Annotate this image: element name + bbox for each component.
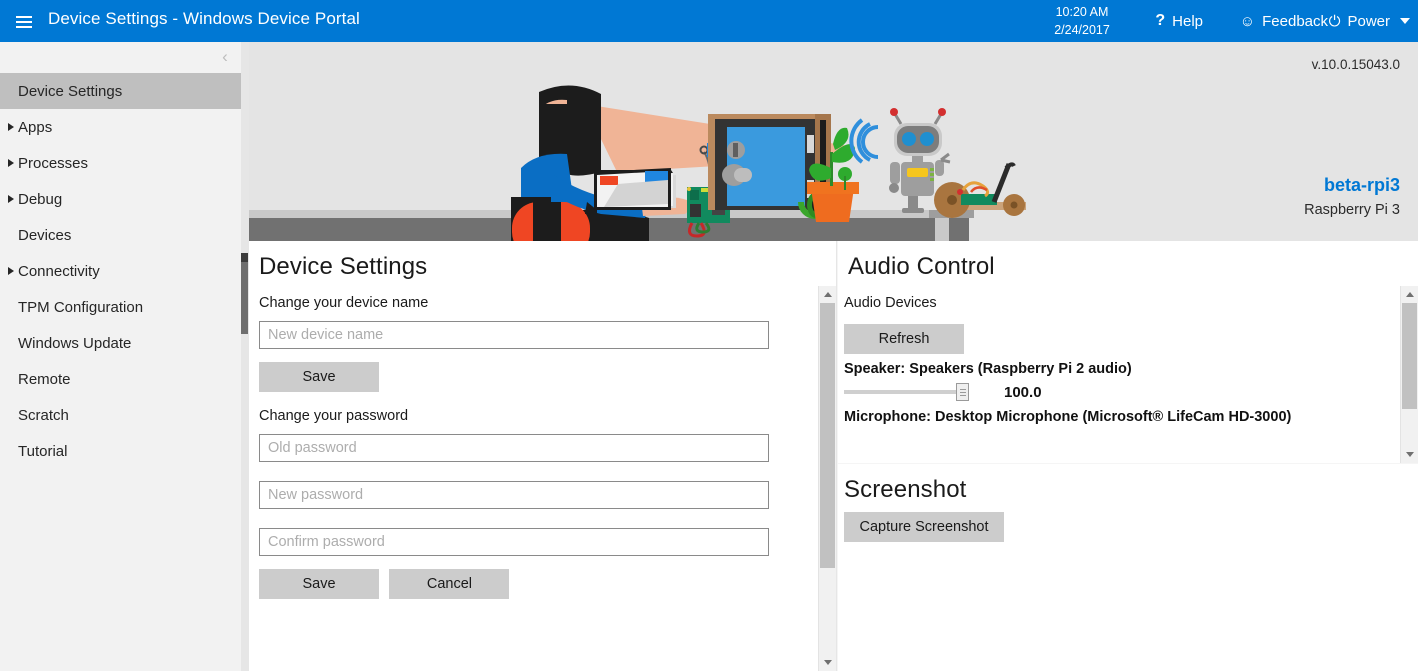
clock: 10:20 AM 2/24/2017 — [1039, 3, 1125, 39]
screenshot-heading: Screenshot — [844, 476, 967, 503]
device-name-display: beta-rpi3 — [1323, 175, 1400, 195]
password-button-row: Save Cancel — [249, 556, 836, 599]
device-settings-heading: Device Settings — [259, 253, 428, 280]
device-settings-scrollbar-thumb[interactable] — [820, 303, 835, 568]
sidebar: ‹ Device Settings Apps Processes Debug Devic… — [0, 42, 249, 671]
device-name-save-row: Save — [249, 349, 836, 392]
change-device-name-label: Change your device name — [259, 295, 429, 311]
screenshot-panel: Screenshot Capture Screenshot — [838, 464, 1418, 671]
sidebar-item-apps[interactable]: Apps — [0, 109, 248, 145]
audio-control-heading: Audio Control — [848, 253, 995, 280]
microphone-device-label: Microphone: Desktop Microphone (Microsof… — [844, 409, 1292, 425]
speaker-volume-row: 100.0 — [838, 377, 1418, 401]
banner: v.10.0.15043.0 beta-rpi3 Raspberry Pi 3 — [249, 42, 1418, 241]
top-bar: Device Settings - Windows Device Portal … — [0, 0, 1418, 42]
cancel-password-button[interactable]: Cancel — [389, 569, 510, 599]
refresh-audio-button[interactable]: Refresh — [844, 324, 964, 354]
sidebar-item-scratch[interactable]: Scratch — [0, 397, 248, 433]
chevron-right-icon — [8, 123, 14, 131]
device-model-display: Raspberry Pi 3 — [1304, 202, 1400, 218]
audio-refresh-row: Refresh — [838, 311, 1418, 354]
scroll-down-icon[interactable] — [819, 654, 836, 671]
hamburger-icon[interactable] — [12, 9, 36, 33]
sidebar-item-label: Scratch — [18, 406, 69, 424]
sidebar-item-tpm-configuration[interactable]: TPM Configuration — [0, 289, 248, 325]
page-title: Device Settings - Windows Device Portal — [48, 9, 360, 28]
chevron-down-icon — [1400, 18, 1410, 24]
sidebar-item-label: Device Settings — [18, 82, 123, 100]
sidebar-scrollbar-cap — [241, 253, 248, 262]
sidebar-item-label: Devices — [18, 226, 72, 244]
firmware-version: v.10.0.15043.0 — [1311, 57, 1400, 72]
device-settings-scrollbar[interactable] — [818, 286, 836, 671]
feedback-button[interactable]: ☺ Feedback — [1240, 0, 1328, 42]
speaker-volume-value: 100.0 — [1004, 383, 1042, 401]
sidebar-item-debug[interactable]: Debug — [0, 181, 248, 217]
slider-track — [844, 390, 966, 394]
smiley-face-icon: ☺ — [1239, 12, 1256, 30]
sidebar-item-devices[interactable]: Devices — [0, 217, 248, 253]
sidebar-item-label: Windows Update — [18, 334, 132, 352]
device-name-input[interactable] — [259, 321, 769, 349]
old-password-input[interactable] — [259, 434, 769, 462]
save-device-name-button[interactable]: Save — [259, 362, 379, 392]
chevron-right-icon — [8, 267, 14, 275]
slider-knob[interactable] — [956, 383, 969, 401]
speaker-device-label: Speaker: Speakers (Raspberry Pi 2 audio) — [844, 361, 1132, 377]
audio-control-panel: Audio Control Audio Devices Refresh Spea… — [838, 241, 1418, 463]
audio-devices-label: Audio Devices — [844, 295, 937, 311]
scroll-up-icon[interactable] — [819, 286, 836, 303]
capture-screenshot-button[interactable]: Capture Screenshot — [844, 512, 1004, 542]
sidebar-item-label: Connectivity — [18, 262, 100, 280]
help-button[interactable]: ? Help — [1155, 0, 1203, 42]
device-portal-app: Device Settings - Windows Device Portal … — [0, 0, 1418, 671]
iot-desk-scene-illustration — [249, 42, 1418, 241]
sidebar-nav: Device Settings Apps Processes Debug Devices… — [0, 73, 248, 469]
screenshot-button-row: Capture Screenshot — [838, 504, 1418, 542]
confirm-password-input[interactable] — [259, 528, 769, 556]
sidebar-scrollbar[interactable] — [241, 42, 248, 671]
question-mark-icon: ? — [1155, 12, 1166, 29]
sidebar-scrollbar-thumb[interactable] — [241, 262, 248, 334]
help-label: Help — [1172, 12, 1203, 30]
scroll-down-icon[interactable] — [1401, 446, 1418, 463]
power-label: Power — [1347, 12, 1390, 30]
audio-control-scrollbar-thumb[interactable] — [1402, 303, 1417, 409]
sidebar-item-connectivity[interactable]: Connectivity — [0, 253, 248, 289]
sidebar-item-label: Processes — [18, 154, 89, 172]
chevron-right-icon — [8, 159, 14, 167]
sidebar-item-label: Tutorial — [18, 442, 68, 460]
new-password-input[interactable] — [259, 481, 769, 509]
audio-control-scrollbar[interactable] — [1400, 286, 1418, 463]
audio-control-body: Audio Devices Refresh Speaker: Speakers … — [838, 287, 1418, 463]
feedback-label: Feedback — [1262, 12, 1328, 30]
content-area: Device Settings Change your device name … — [249, 241, 1418, 671]
scroll-up-icon[interactable] — [1401, 286, 1418, 303]
clock-date: 2/24/2017 — [1054, 23, 1110, 37]
clock-time: 10:20 AM — [1055, 5, 1109, 19]
collapse-sidebar-icon[interactable]: ‹ — [208, 42, 242, 72]
sidebar-item-processes[interactable]: Processes — [0, 145, 248, 181]
device-settings-body: Change your device name Save Change your… — [249, 287, 836, 671]
save-password-button[interactable]: Save — [259, 569, 379, 599]
power-icon: ⏻ — [1328, 12, 1341, 30]
sidebar-item-device-settings[interactable]: Device Settings — [0, 73, 248, 109]
device-settings-panel: Device Settings Change your device name … — [249, 241, 837, 671]
sidebar-item-windows-update[interactable]: Windows Update — [0, 325, 248, 361]
sidebar-item-label: TPM Configuration — [18, 298, 144, 316]
power-menu-button[interactable]: ⏻ Power — [1329, 0, 1410, 42]
sidebar-item-label: Debug — [18, 190, 63, 208]
sidebar-item-remote[interactable]: Remote — [0, 361, 248, 397]
sidebar-item-label: Apps — [18, 118, 53, 136]
sidebar-item-label: Remote — [18, 370, 71, 388]
sidebar-item-tutorial[interactable]: Tutorial — [0, 433, 248, 469]
chevron-right-icon — [8, 195, 14, 203]
change-password-label: Change your password — [259, 408, 409, 424]
speaker-volume-slider[interactable] — [844, 383, 969, 401]
